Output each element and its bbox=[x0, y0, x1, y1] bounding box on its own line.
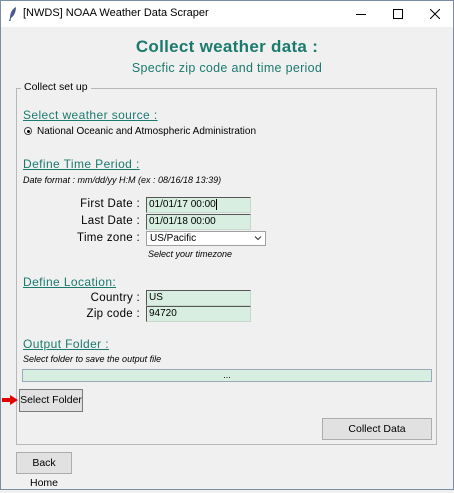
time-heading: Define Time Period : bbox=[23, 157, 140, 171]
close-icon bbox=[430, 9, 440, 19]
arrow-right-icon bbox=[2, 395, 18, 405]
timezone-note: Select your timezone bbox=[148, 249, 233, 259]
last-date-label: Last Date : bbox=[81, 215, 140, 227]
collect-data-button[interactable]: Collect Data bbox=[322, 418, 432, 440]
zip-label: Zip code : bbox=[86, 308, 140, 320]
output-heading: Output Folder : bbox=[23, 337, 110, 351]
first-date-value: 01/01/17 00:00 bbox=[149, 199, 216, 211]
last-date-input[interactable]: 01/01/18 00:00 bbox=[146, 214, 251, 230]
country-input[interactable]: US bbox=[146, 290, 251, 306]
zip-input[interactable]: 94720 bbox=[146, 306, 251, 322]
minimize-icon bbox=[356, 14, 366, 15]
page-subtitle: Specfic zip code and time period bbox=[131, 61, 323, 75]
timezone-select[interactable]: US/Pacific bbox=[146, 231, 266, 246]
timezone-value: US/Pacific bbox=[150, 233, 197, 244]
date-format-note: Date format : mm/dd/yy H:M (ex : 08/16/1… bbox=[23, 175, 222, 185]
setup-group-legend: Collect set up bbox=[21, 81, 91, 93]
page-title: Collect weather data : bbox=[135, 37, 319, 56]
noaa-radio-label[interactable]: National Oceanic and Atmospheric Adminis… bbox=[37, 126, 256, 137]
country-label: Country : bbox=[90, 292, 140, 304]
back-home-button[interactable]: Back Home bbox=[16, 452, 72, 489]
feather-icon bbox=[9, 7, 16, 21]
maximize-icon bbox=[393, 9, 403, 19]
minimize-button[interactable] bbox=[343, 1, 379, 27]
source-heading: Select weather source : bbox=[23, 108, 158, 122]
output-path-display: ... bbox=[22, 369, 432, 382]
timezone-label: Time zone : bbox=[77, 232, 140, 244]
maximize-button[interactable] bbox=[380, 1, 416, 27]
text-caret bbox=[215, 199, 217, 210]
chevron-down-icon bbox=[254, 236, 262, 241]
output-note: Select folder to save the output file bbox=[23, 354, 162, 364]
title-bar[interactable]: [NWDS] NOAA Weather Data Scraper bbox=[1, 1, 453, 27]
noaa-radio[interactable] bbox=[24, 127, 32, 135]
select-folder-button[interactable]: Select Folder bbox=[19, 389, 83, 412]
first-date-input[interactable]: 01/01/17 00:00 bbox=[146, 197, 251, 213]
window-title: [NWDS] NOAA Weather Data Scraper bbox=[23, 7, 209, 19]
close-button[interactable] bbox=[417, 1, 453, 27]
first-date-label: First Date : bbox=[80, 198, 140, 210]
location-heading: Define Location: bbox=[23, 275, 117, 289]
